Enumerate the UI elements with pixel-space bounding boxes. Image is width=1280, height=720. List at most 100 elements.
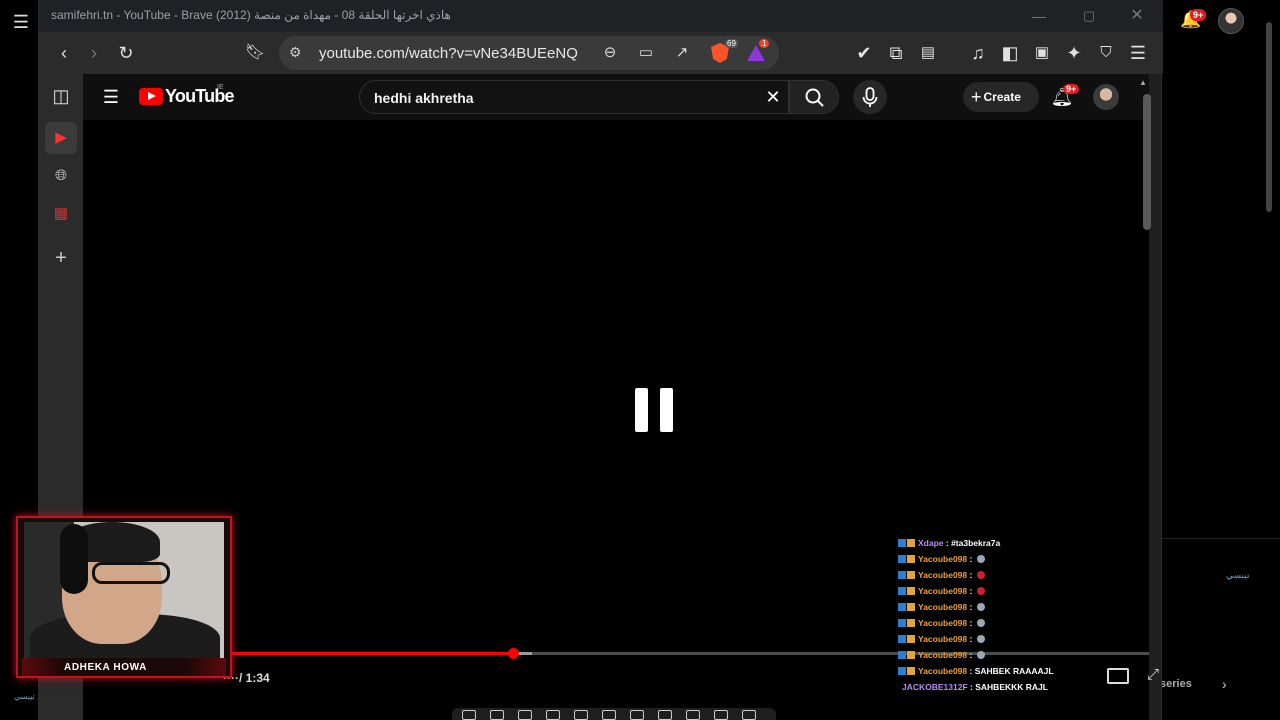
theater-mode-icon[interactable] (1107, 668, 1129, 684)
search-input[interactable]: hedhi akhretha (374, 90, 474, 106)
chat-separator: : (967, 554, 975, 564)
chat-username[interactable]: Xdape (918, 538, 944, 548)
dock-icon[interactable] (686, 710, 700, 720)
minimize-icon[interactable]: — (1029, 6, 1049, 26)
browser-menu-icon[interactable]: ☰ (1125, 40, 1151, 66)
extensions-icon[interactable]: ⧉ (883, 40, 909, 66)
bookmark-icon[interactable]: 🔖︎ (242, 40, 268, 66)
chat-emote-icon (976, 555, 985, 563)
chat-badge-icon (907, 603, 915, 611)
outer-scrollbar[interactable] (1266, 22, 1272, 212)
vpn-check-icon[interactable]: ✔ (851, 40, 877, 66)
chat-emote-icon (976, 603, 985, 611)
chat-emote-icon (976, 635, 985, 643)
outer-menu-icon[interactable]: ☰ (10, 12, 32, 32)
site-settings-icon[interactable]: ⚙︎ (289, 44, 302, 61)
chat-separator: : (967, 618, 975, 628)
chat-emote-icon (976, 587, 985, 595)
app-thumbnail-icon[interactable]: ▦ (45, 198, 77, 230)
notification-badge: 9+ (1063, 84, 1080, 94)
sidebar-toggle-icon[interactable]: ◧ (997, 40, 1023, 66)
series-tab[interactable]: series (1160, 678, 1192, 690)
search-box[interactable]: hedhi akhretha ✕ (359, 80, 789, 114)
headphones-icon (60, 524, 88, 594)
dock-icon[interactable] (490, 710, 504, 720)
chat-badge-icon (898, 571, 906, 579)
chat-badge-icon (898, 603, 906, 611)
voice-search-button[interactable] (853, 80, 887, 114)
chat-username[interactable]: JACKOBE1312F (902, 682, 968, 692)
media-icon[interactable]: ♫ (965, 40, 991, 66)
clear-search-icon[interactable]: ✕ (762, 86, 784, 108)
chat-badge-icon (907, 651, 915, 659)
address-bar[interactable]: ⚙︎ youtube.com/watch?v=vNe34BUEeNQ ⊖ ▭ ↗… (279, 36, 779, 70)
youtube-header: ☰ YouTube IE hedhi akhretha ✕ + Create 🔔… (83, 74, 1149, 120)
close-icon[interactable]: ✕ (1127, 6, 1147, 26)
chat-username[interactable]: Yacoube098 (918, 586, 967, 596)
youtube-menu-icon[interactable]: ☰ (99, 85, 123, 109)
dock-icon[interactable] (658, 710, 672, 720)
shields-count-badge: 69 (725, 39, 738, 48)
globe-icon[interactable]: 🌐︎ (45, 160, 77, 192)
cast-icon[interactable]: ▭ (635, 42, 657, 64)
zoom-out-icon[interactable]: ⊖ (599, 42, 621, 64)
stream-chat: Xdape : #ta3bekra7a Yacoube098 : Yacoube0… (898, 538, 1098, 698)
reader-mode-icon[interactable]: ▤ (915, 40, 941, 66)
reload-icon[interactable]: ↻ (113, 40, 139, 66)
forward-icon[interactable]: › (81, 40, 107, 66)
chat-username[interactable]: Yacoube098 (918, 650, 967, 660)
url-text[interactable]: youtube.com/watch?v=vNe34BUEeNQ (319, 45, 578, 62)
chat-badge-icon (898, 619, 906, 627)
pause-icon[interactable] (635, 388, 673, 432)
country-code: IE (217, 84, 224, 91)
youtube-tab-icon[interactable]: ▶ (45, 122, 77, 154)
add-icon[interactable]: + (45, 242, 77, 274)
chat-badge-icon (907, 619, 915, 627)
chat-username[interactable]: Yacoube098 (918, 554, 967, 564)
youtube-logo-icon[interactable] (139, 88, 163, 105)
vpn-shield-icon[interactable]: ⛉ (1093, 40, 1119, 66)
scroll-up-icon[interactable]: ▲ (1139, 78, 1147, 87)
dock-icon[interactable] (546, 710, 560, 720)
search-icon (805, 88, 824, 107)
create-button[interactable]: + Create (963, 82, 1039, 112)
back-icon[interactable]: ‹ (51, 40, 77, 66)
outer-avatar[interactable] (1218, 8, 1244, 34)
dock-icon[interactable] (742, 710, 756, 720)
search-button[interactable] (789, 80, 839, 114)
chat-separator: : (967, 602, 975, 612)
chat-message: Yacoube098 : (898, 650, 985, 664)
dock-icon[interactable] (630, 710, 644, 720)
chat-badge-icon (898, 635, 906, 643)
avatar[interactable] (1093, 84, 1119, 110)
maximize-icon[interactable]: ▢ (1079, 6, 1099, 26)
chat-username[interactable]: Yacoube098 (918, 618, 967, 628)
page-scrollbar[interactable] (1143, 94, 1151, 230)
plus-icon: + (971, 87, 982, 107)
chat-emote-icon (976, 651, 985, 659)
chevron-right-icon[interactable]: › (1222, 676, 1227, 692)
outer-notification-badge: 9+ (1190, 9, 1207, 21)
chat-username[interactable]: Yacoube098 (918, 634, 967, 644)
dock-icon[interactable] (462, 710, 476, 720)
chat-message: Yacoube098 : (898, 586, 985, 600)
chat-badge-icon (907, 571, 915, 579)
sidebar-panel-icon[interactable]: ◫ (45, 80, 77, 112)
dock-icon[interactable] (714, 710, 728, 720)
browser-toolbar: ‹ › ↻ 🔖︎ ⚙︎ youtube.com/watch?v=vNe34BUE… (39, 32, 1163, 74)
chat-username[interactable]: Yacoube098 (918, 570, 967, 580)
webcam-feed (24, 522, 224, 674)
chat-username[interactable]: Yacoube098 (918, 666, 967, 676)
dock-icon[interactable] (518, 710, 532, 720)
wallet-icon[interactable]: ▣ (1029, 40, 1055, 66)
leo-ai-icon[interactable]: ✦ (1061, 40, 1087, 66)
chat-message: Yacoube098 : (898, 570, 985, 584)
chat-username[interactable]: Yacoube098 (918, 602, 967, 612)
chat-text: SAHBEKKK RAJL (975, 682, 1048, 692)
progress-scrubber[interactable] (507, 648, 519, 659)
fullscreen-icon[interactable]: ⤢ (1147, 666, 1159, 683)
share-icon[interactable]: ↗ (671, 42, 693, 64)
dock-icon[interactable] (574, 710, 588, 720)
dock-icon[interactable] (602, 710, 616, 720)
title-bar: samifehri.tn - YouTube - Brave هاذي اخرت… (39, 0, 1163, 32)
